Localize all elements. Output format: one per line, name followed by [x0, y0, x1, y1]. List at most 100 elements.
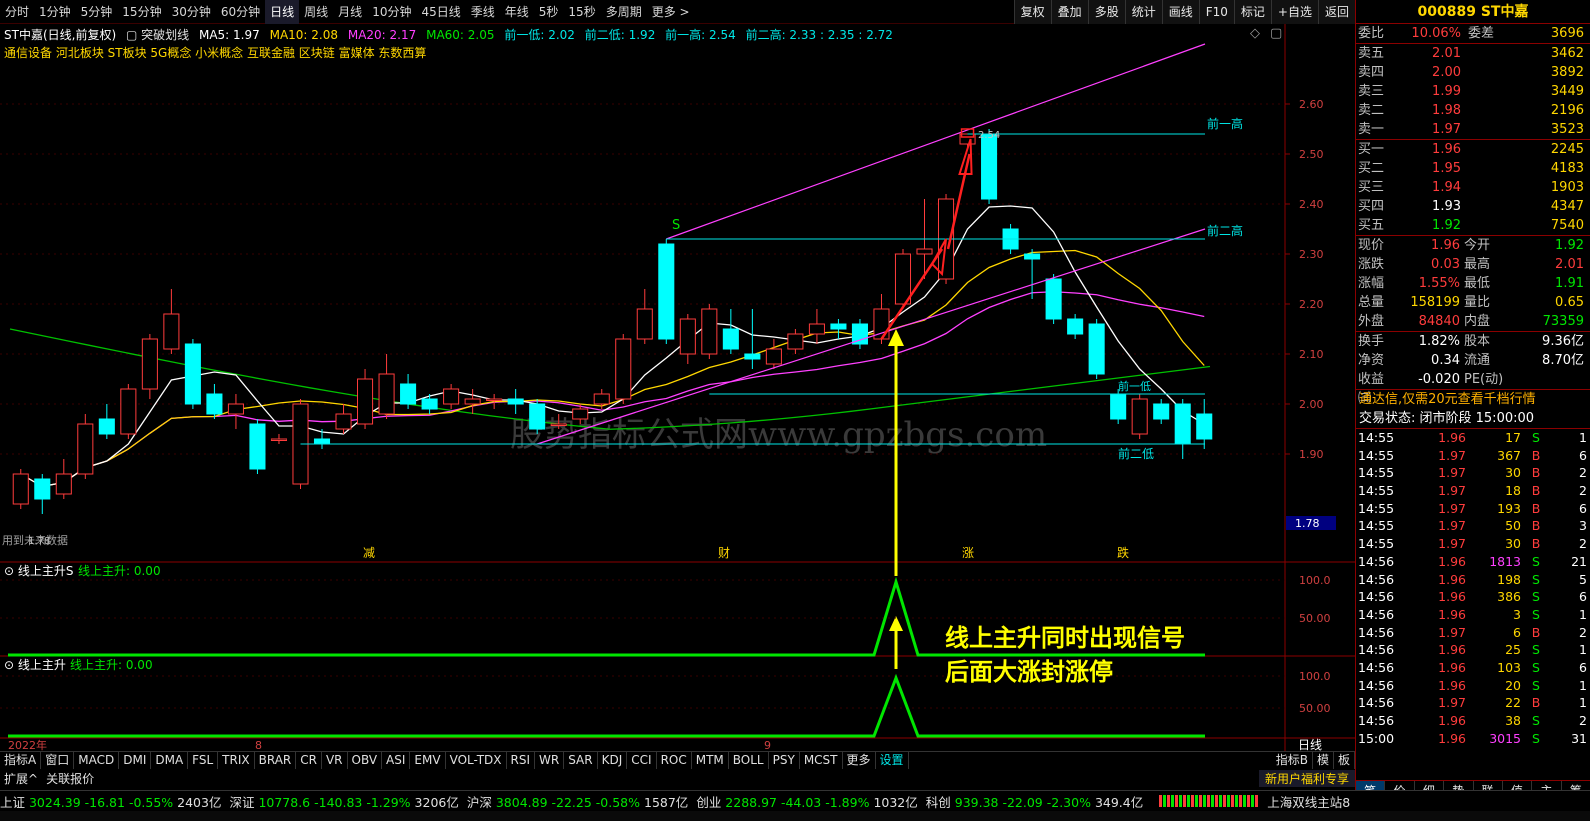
indicator-tab-4[interactable]: DMA — [151, 752, 189, 769]
indicator-tab-8[interactable]: CR — [296, 752, 322, 769]
tick-price: 1.96 — [1438, 659, 1466, 675]
indicator-tab-9[interactable]: VR — [322, 752, 348, 769]
related-quote-button[interactable]: 关联报价 — [42, 770, 98, 787]
field-label-2: 流通 — [1464, 353, 1491, 368]
candle-body — [615, 338, 632, 400]
sub2-value: 线上主升: 0.00 — [70, 658, 153, 672]
period-13[interactable]: 5秒 — [534, 0, 564, 24]
indicator-tab-18[interactable]: CCI — [627, 752, 657, 769]
period-16[interactable]: 更多 > — [647, 0, 695, 24]
period-9[interactable]: 10分钟 — [367, 0, 416, 24]
index-item[interactable]: 科创 939.38 -22.09 -2.30% 349.4亿 — [926, 792, 1143, 811]
tool-button-3[interactable]: 统计 — [1124, 0, 1162, 24]
indicator-tab-17[interactable]: KDJ — [598, 752, 628, 769]
period-6[interactable]: 日线 — [265, 0, 300, 24]
indicator-tab-19[interactable]: ROC — [657, 752, 692, 769]
bid-label: 买一 — [1358, 142, 1385, 157]
indicator-tab-2[interactable]: MACD — [74, 752, 120, 769]
indicator-tab-14[interactable]: RSI — [507, 752, 536, 769]
candle-body — [98, 418, 115, 435]
period-0[interactable]: 分时 — [0, 0, 34, 24]
expand-button[interactable]: 扩展^ — [0, 770, 42, 787]
tick-volume: 103 — [1497, 659, 1521, 675]
field-label-2: 股本 — [1464, 334, 1491, 349]
ask-label: 卖一 — [1358, 122, 1385, 137]
indicator-right-1[interactable]: 模 — [1313, 752, 1334, 769]
period-2[interactable]: 5分钟 — [76, 0, 118, 24]
index-value: 2288.97 — [725, 794, 781, 810]
indicator-name[interactable]: 突破划线 — [141, 28, 189, 42]
breadth-bars-icon — [1159, 795, 1260, 807]
tool-button-4[interactable]: 画线 — [1161, 0, 1199, 24]
candle-body — [443, 388, 460, 405]
indicator-tab-25[interactable]: 设置 — [876, 752, 909, 769]
y-tick-label: 2.30 — [1299, 248, 1324, 261]
tool-button-7[interactable]: +自选 — [1270, 0, 1318, 24]
indicator-tab-13[interactable]: VOL-TDX — [446, 752, 507, 769]
indicator-tab-20[interactable]: MTM — [692, 752, 729, 769]
indicator-tab-23[interactable]: MCST — [800, 752, 843, 769]
period-11[interactable]: 季线 — [466, 0, 500, 24]
indicator-tab-7[interactable]: BRAR — [255, 752, 297, 769]
indicator-tab-3[interactable]: DMI — [119, 752, 152, 769]
period-14[interactable]: 15秒 — [563, 0, 600, 24]
index-item[interactable]: 创业 2288.97 -44.03 -1.89% 1032亿 — [696, 792, 917, 811]
indicator-tab-10[interactable]: OBV — [348, 752, 383, 769]
tick-price: 1.97 — [1438, 465, 1466, 481]
period-4[interactable]: 30分钟 — [167, 0, 216, 24]
indicator-right-0[interactable]: 指标B — [1272, 752, 1313, 769]
indicator-tab-11[interactable]: ASI — [382, 752, 411, 769]
indicator-tab-1[interactable]: 窗口 — [41, 752, 75, 769]
tick-time: 14:56 — [1358, 659, 1395, 675]
period-5[interactable]: 60分钟 — [216, 0, 265, 24]
index-item[interactable]: 深证 10778.6 -140.83 -1.29% 3206亿 — [229, 792, 458, 811]
kline-chart-svg[interactable]: 2.60 2.50 2.40 2.30 2.20 2.10 2.00 1.90 1.78 股势指标… — [0, 24, 1355, 751]
indicator-right-2[interactable]: 板 — [1334, 752, 1355, 769]
stock-code: 000889 — [1417, 4, 1476, 20]
period-8[interactable]: 月线 — [333, 0, 367, 24]
indicator-tab-5[interactable]: FSL — [188, 752, 219, 769]
prev-low1-label: 前一低 — [1118, 379, 1151, 393]
event-marker-2: 涨 — [962, 545, 974, 560]
tick-count: 3 — [1579, 518, 1587, 534]
indicator-tab-24[interactable]: 更多 — [843, 752, 876, 769]
period-7[interactable]: 周线 — [299, 0, 333, 24]
server-name[interactable]: 上海双线主站8 — [1267, 792, 1350, 811]
indicator-tab-0[interactable]: 指标A — [0, 752, 42, 769]
chart-close-icon[interactable]: ▢ — [1270, 26, 1282, 41]
kline-chart-area[interactable]: 2.60 2.50 2.40 2.30 2.20 2.10 2.00 1.90 1.78 股势指标… — [0, 24, 1355, 751]
checkbox-icon[interactable]: ▢ — [126, 28, 137, 42]
period-1[interactable]: 1分钟 — [34, 0, 76, 24]
promo-banner[interactable]: 通达信,仅需20元查看千档行情 — [1356, 389, 1590, 409]
tick-list[interactable]: 14:55 1.96 17 S 1 14:55 1.97 367 B 6 14:55 1.97 30 B 2… — [1356, 429, 1590, 747]
candle-body — [787, 333, 804, 350]
tool-button-5[interactable]: F10 — [1198, 0, 1234, 24]
tool-button-1[interactable]: 叠加 — [1050, 0, 1088, 24]
chart-options-icon[interactable]: ◇ — [1250, 26, 1260, 41]
period-15[interactable]: 多周期 — [601, 0, 647, 24]
candle-body — [227, 403, 244, 415]
period-10[interactable]: 45日线 — [416, 0, 465, 24]
tool-button-0[interactable]: 复权 — [1013, 0, 1051, 24]
tick-time: 14:55 — [1358, 500, 1395, 516]
indicator-tab-15[interactable]: WR — [535, 752, 565, 769]
index-item[interactable]: 沪深 3804.89 -22.25 -0.58% 1587亿 — [467, 792, 688, 811]
candle-body — [550, 423, 567, 426]
index-item[interactable]: 上证 3024.39 -16.81 -0.55% 2403亿 — [0, 792, 221, 811]
tool-button-8[interactable]: 返回 — [1317, 0, 1355, 24]
tool-button-6[interactable]: 标记 — [1233, 0, 1271, 24]
indicator-tab-22[interactable]: PSY — [769, 752, 800, 769]
period-3[interactable]: 15分钟 — [117, 0, 166, 24]
y-tick-label: 1.90 — [1299, 448, 1324, 461]
candle-body — [141, 338, 158, 390]
tool-button-2[interactable]: 多股 — [1087, 0, 1125, 24]
period-12[interactable]: 年线 — [500, 0, 534, 24]
field-value: -0.020 — [1418, 372, 1460, 387]
indicator-tab-6[interactable]: TRIX — [218, 752, 255, 769]
concept-tags[interactable]: 通信设备 河北板块 ST板块 5G概念 小米概念 互联金融 区块链 富媒体 东数… — [4, 44, 426, 61]
indicator-tab-16[interactable]: SAR — [564, 752, 598, 769]
indicator-tab-12[interactable]: EMV — [410, 752, 446, 769]
annotation-line-1: 线上主升同时出现信号 — [945, 624, 1185, 652]
new-user-benefit-link[interactable]: 新用户福利专享 — [1258, 769, 1355, 787]
indicator-tab-21[interactable]: BOLL — [729, 752, 769, 769]
